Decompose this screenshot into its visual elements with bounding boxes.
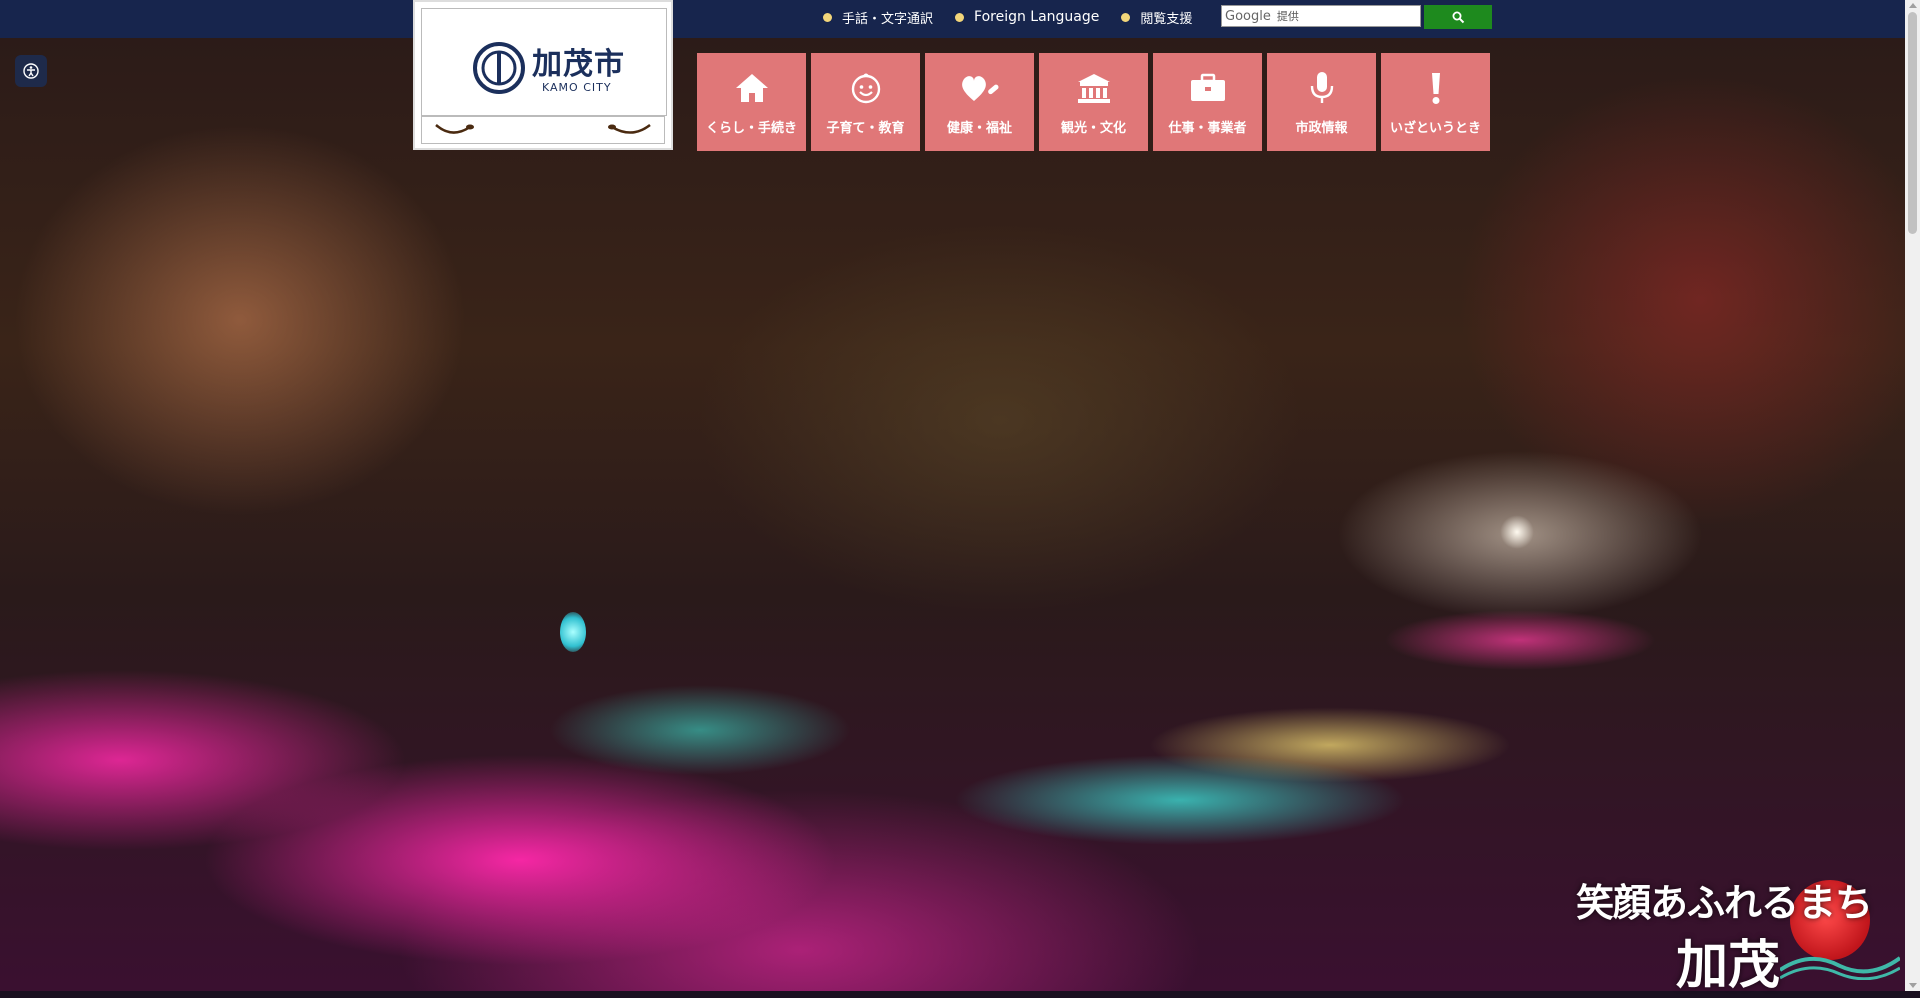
search-button[interactable] — [1424, 5, 1492, 29]
smiley-face-icon — [851, 73, 880, 104]
nav-label: いざというとき — [1389, 121, 1481, 136]
foreign-language-link[interactable]: Foreign Language — [955, 9, 1099, 25]
main-navigation: くらし・手続き 子育て・教育 健康・福祉 観光・文化 仕事・事業者 市政情報 い… — [697, 53, 1495, 151]
briefcase-icon — [1190, 73, 1225, 101]
scroll-down-arrow-icon[interactable] — [1909, 983, 1917, 988]
temple-icon — [1077, 74, 1110, 103]
site-logo[interactable]: 加茂市 KAMO CITY — [413, 0, 673, 150]
logo-smile-decoration — [421, 116, 665, 144]
logo-frame: 加茂市 KAMO CITY — [421, 8, 667, 116]
bullet-dot-icon — [823, 12, 832, 22]
search-input[interactable]: Google 提供 — [1221, 5, 1421, 27]
utility-links: 手話・文字通訳 Foreign Language 閲覧支援 — [823, 0, 1214, 34]
exclamation-icon — [1431, 73, 1440, 104]
nav-label: 仕事・事業者 — [1168, 121, 1247, 136]
nav-living-procedures[interactable]: くらし・手続き — [697, 53, 806, 151]
foreign-language-label: Foreign Language — [974, 9, 1100, 25]
nav-childcare-education[interactable]: 子育て・教育 — [811, 53, 920, 151]
nav-health-welfare[interactable]: 健康・福祉 — [925, 53, 1034, 151]
scrollbar-thumb[interactable] — [1908, 12, 1917, 234]
site-search: Google 提供 — [1221, 5, 1492, 29]
accessibility-icon — [23, 63, 39, 79]
city-emblem-icon — [473, 42, 525, 94]
google-brand-label: Google — [1225, 8, 1271, 24]
accessibility-button[interactable] — [15, 55, 47, 87]
microphone-icon — [1310, 72, 1333, 103]
sign-language-link[interactable]: 手話・文字通訳 — [823, 8, 933, 27]
logo-subtitle: KAMO CITY — [542, 81, 612, 94]
slogan-line-1: 笑顔あふれるまち — [1576, 880, 1873, 925]
page-scrollbar[interactable] — [1905, 0, 1920, 991]
sign-language-label: 手話・文字通訳 — [842, 11, 934, 27]
nav-emergency[interactable]: いざというとき — [1381, 53, 1490, 151]
search-icon — [1452, 11, 1464, 23]
nav-label: 市政情報 — [1295, 121, 1348, 136]
scroll-up-arrow-icon[interactable] — [1909, 3, 1917, 8]
slogan-line-2: 加茂 — [1676, 935, 1781, 996]
heart-icon — [961, 76, 999, 101]
bullet-dot-icon — [1121, 12, 1131, 22]
browsing-support-link[interactable]: 閲覧支援 — [1121, 8, 1192, 27]
nav-label: 子育て・教育 — [826, 121, 905, 136]
nav-city-administration[interactable]: 市政情報 — [1267, 53, 1376, 151]
nav-work-business[interactable]: 仕事・事業者 — [1153, 53, 1262, 151]
bullet-dot-icon — [955, 12, 965, 22]
nav-label: くらし・手続き — [705, 121, 797, 136]
nav-label: 観光・文化 — [1060, 121, 1126, 136]
nav-tourism-culture[interactable]: 観光・文化 — [1039, 53, 1148, 151]
spotlight-white — [1500, 515, 1534, 549]
logo-title: 加茂市 — [532, 47, 625, 82]
nav-label: 健康・福祉 — [946, 121, 1012, 136]
browsing-support-label: 閲覧支援 — [1140, 11, 1193, 27]
city-slogan: 笑顔あふれるまち 加茂 — [1576, 872, 1873, 998]
search-placeholder: 提供 — [1276, 10, 1299, 23]
spotlight-cyan — [560, 612, 586, 652]
house-icon — [735, 74, 768, 102]
